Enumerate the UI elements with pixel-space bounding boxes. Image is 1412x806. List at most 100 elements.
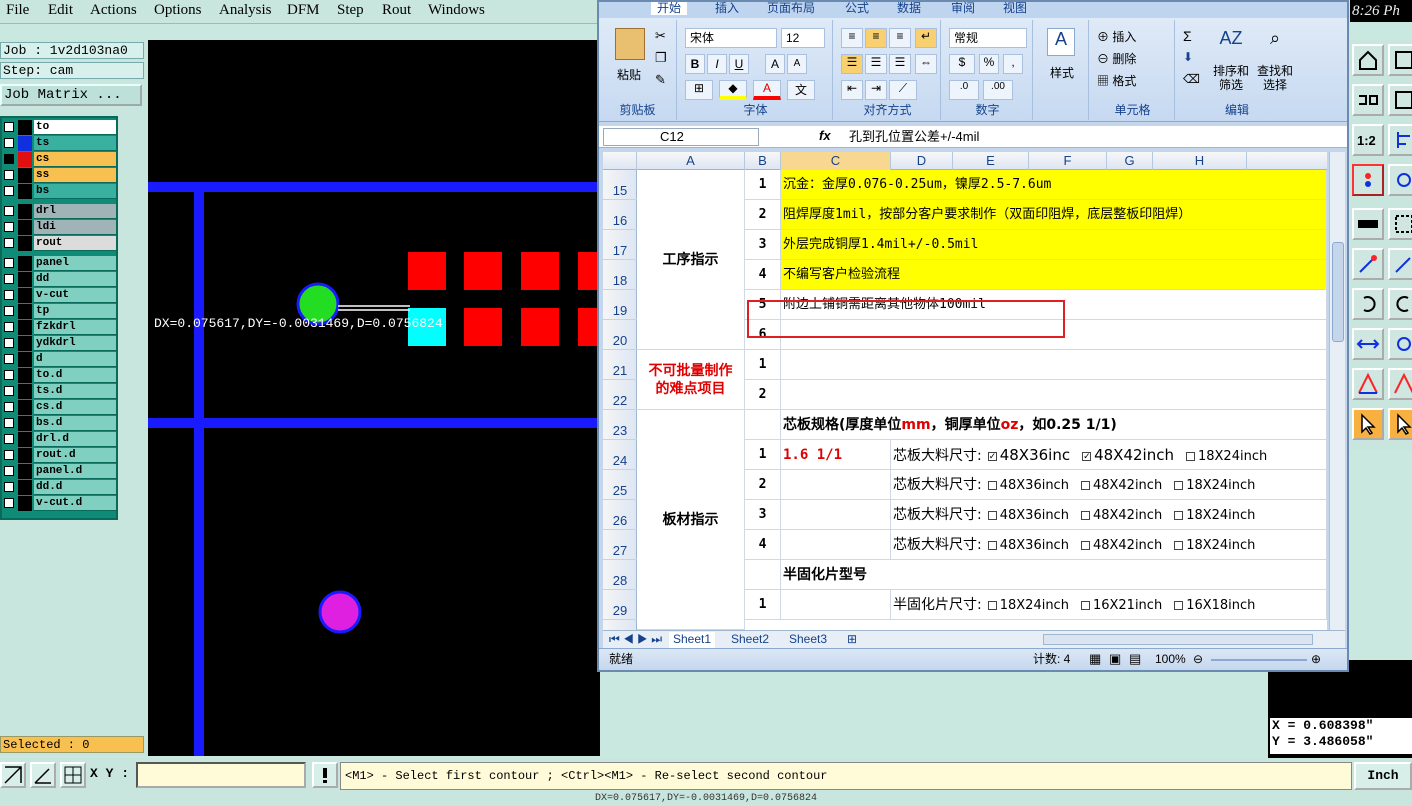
layer-checkbox[interactable] — [4, 186, 14, 196]
row-header-26[interactable]: 26 — [603, 500, 637, 530]
cut-icon[interactable]: ✂ — [655, 28, 666, 44]
distance-icon[interactable] — [1352, 328, 1384, 360]
hard-item-cell[interactable] — [781, 380, 1327, 410]
align-top-icon[interactable]: ≡ — [841, 28, 863, 48]
align-icon[interactable] — [1388, 124, 1412, 156]
column-header-A[interactable]: A — [637, 152, 745, 170]
row-header-29[interactable]: 29 — [603, 590, 637, 620]
snap-grid-icon[interactable] — [0, 762, 26, 788]
select-all-corner[interactable] — [603, 152, 637, 170]
styles-button[interactable]: 样式 — [1035, 64, 1089, 81]
column-header-C[interactable]: C — [781, 152, 891, 170]
prepreg-size-cell[interactable]: 半固化片尺寸: 18X24inch 16X21inch 16X18inch — [891, 590, 1327, 620]
size-checkbox[interactable] — [1080, 510, 1090, 520]
angle-icon[interactable] — [1388, 368, 1412, 400]
underline-icon[interactable]: U — [729, 54, 749, 74]
core-spec-cell[interactable]: 1.6 1/1 — [781, 440, 891, 470]
layer-checkbox[interactable] — [4, 154, 14, 164]
layer-row-to[interactable]: to — [2, 120, 116, 135]
core-size-cell[interactable]: 芯板大料尺寸: 48X36inch 48X42inch 18X24inch — [891, 530, 1327, 560]
size-checkbox[interactable] — [1080, 540, 1090, 550]
item-number-cell[interactable]: 1 — [745, 590, 781, 620]
border-icon[interactable]: ⊞ — [685, 80, 713, 100]
size-checkbox[interactable] — [1080, 600, 1090, 610]
item-number-cell[interactable]: 5 — [745, 290, 781, 320]
row-header-23[interactable]: 23 — [603, 410, 637, 440]
wrap-text-icon[interactable]: ↵ — [915, 28, 937, 48]
ribbon-tab-0[interactable]: 开始 — [651, 2, 688, 15]
ribbon-tab-5[interactable]: 审阅 — [951, 2, 975, 15]
fill-color-icon[interactable]: ◆ — [719, 80, 747, 100]
empty-cell[interactable] — [745, 410, 781, 440]
angle-icon[interactable] — [1352, 368, 1384, 400]
clear-icon[interactable]: ⌫ — [1183, 72, 1200, 86]
size-checkbox[interactable] — [1174, 480, 1184, 490]
measure-icon[interactable] — [1388, 248, 1412, 280]
styles-icon[interactable]: A — [1047, 28, 1075, 56]
align-left-icon[interactable]: ☰ — [841, 54, 863, 74]
alert-icon[interactable] — [312, 762, 338, 788]
percent-icon[interactable]: % — [979, 54, 999, 74]
frame-icon[interactable] — [1388, 84, 1412, 116]
layer-checkbox[interactable] — [4, 138, 14, 148]
item-number-cell[interactable]: 1 — [745, 350, 781, 380]
view-layout-icon[interactable]: ▣ — [1109, 649, 1121, 669]
prepreg-title-cell[interactable]: 半固化片型号 — [781, 560, 1327, 590]
layer-checkbox[interactable] — [4, 170, 14, 180]
find-select-button[interactable]: 查找和 选择 — [1253, 64, 1297, 92]
home-icon[interactable] — [1352, 44, 1384, 76]
layer-checkbox[interactable] — [4, 498, 14, 508]
menu-edit[interactable]: Edit — [48, 2, 73, 19]
bold-icon[interactable]: B — [685, 54, 705, 74]
layer-checkbox[interactable] — [4, 402, 14, 412]
row-header-17[interactable]: 17 — [603, 230, 637, 260]
snap-angle-icon[interactable] — [30, 762, 56, 788]
xy-input[interactable] — [136, 762, 306, 788]
fill-icon[interactable]: ⬇ — [1183, 50, 1193, 64]
size-checkbox[interactable]: ✓ — [987, 451, 997, 461]
cam-graphic-canvas[interactable]: DX=0.075617,DY=-0.0031469,D=0.0756824 — [148, 40, 600, 756]
layer-checkbox[interactable] — [4, 434, 14, 444]
layer-checkbox[interactable] — [4, 466, 14, 476]
item-number-cell[interactable]: 2 — [745, 470, 781, 500]
font-size-select[interactable]: 12 — [781, 28, 825, 48]
size-checkbox[interactable] — [1174, 600, 1184, 610]
align-center-icon[interactable]: ☰ — [865, 54, 887, 74]
row-header-20[interactable]: 20 — [603, 320, 637, 350]
italic-icon[interactable]: I — [707, 54, 727, 74]
align-right-icon[interactable]: ☰ — [889, 54, 911, 74]
layer-row-d[interactable]: d — [2, 352, 116, 367]
snap-icon[interactable] — [1388, 164, 1412, 196]
row-header-22[interactable]: 22 — [603, 380, 637, 410]
worksheet-grid[interactable]: 工序指示 不可批量制作 的难点项目 板材指示 1 沉金：金厚0.076-0.25um，镍… — [637, 170, 1327, 630]
layer-row-cs[interactable]: cs — [2, 152, 116, 167]
layer-checkbox[interactable] — [4, 290, 14, 300]
column-header-G[interactable]: G — [1107, 152, 1153, 170]
section-hard-cell[interactable]: 不可批量制作 的难点项目 — [637, 350, 745, 410]
menu-dfm[interactable]: DFM — [287, 2, 320, 19]
layer-checkbox[interactable] — [4, 370, 14, 380]
layer-row-panel[interactable]: panel — [2, 256, 116, 271]
layer-checkbox[interactable] — [4, 222, 14, 232]
sort-filter-button[interactable]: 排序和 筛选 — [1209, 64, 1253, 92]
align-middle-icon[interactable]: ≡ — [865, 28, 887, 48]
ruler-icon[interactable] — [1352, 208, 1384, 240]
layer-checkbox[interactable] — [4, 274, 14, 284]
ribbon-tab-1[interactable]: 插入 — [715, 2, 739, 15]
font-color-icon[interactable]: A — [753, 80, 781, 100]
layer-checkbox[interactable] — [4, 258, 14, 268]
size-checkbox[interactable] — [1185, 451, 1195, 461]
layer-checkbox[interactable] — [4, 354, 14, 364]
layer-row-to.d[interactable]: to.d — [2, 368, 116, 383]
row-header-16[interactable]: 16 — [603, 200, 637, 230]
item-number-cell[interactable]: 1 — [745, 440, 781, 470]
paste-icon[interactable] — [615, 28, 645, 60]
row-header-27[interactable]: 27 — [603, 530, 637, 560]
size-checkbox[interactable] — [987, 510, 997, 520]
sort-filter-icon[interactable]: AZ — [1211, 28, 1251, 54]
view-normal-icon[interactable]: ▦ — [1089, 649, 1101, 669]
sheet-nav-icon[interactable]: ⏮ ◀ ▶ ⏭ — [605, 632, 666, 648]
zoom-out-icon[interactable]: ⊖ — [1193, 649, 1203, 669]
layer-row-bs[interactable]: bs — [2, 184, 116, 199]
item-number-cell[interactable]: 6 — [745, 320, 781, 350]
